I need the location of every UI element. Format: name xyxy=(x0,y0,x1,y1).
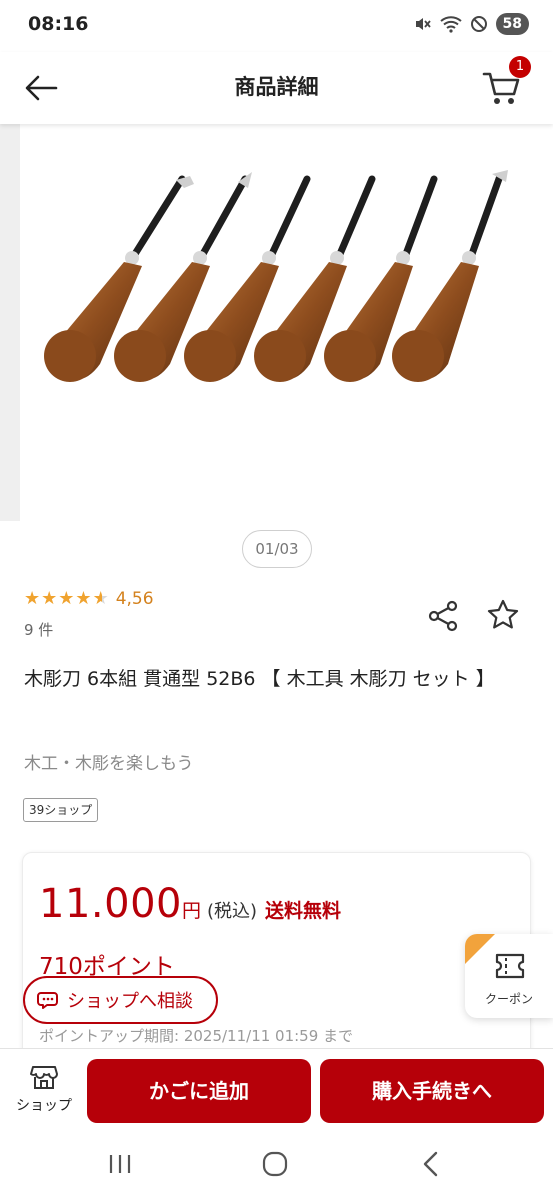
star-icon: ★ xyxy=(58,588,75,609)
star-icon: ★ xyxy=(75,588,92,609)
checkout-button[interactable]: 購入手続きへ xyxy=(320,1059,544,1123)
share-icon xyxy=(428,600,458,632)
bottom-action-bar: ショップ かごに追加 購入手続きへ xyxy=(0,1048,553,1134)
coupon-button[interactable]: クーポン xyxy=(465,934,553,1018)
status-time: 08:16 xyxy=(28,13,89,35)
recent-apps-button[interactable] xyxy=(106,1150,134,1182)
recent-apps-icon xyxy=(109,1155,131,1173)
add-to-cart-button[interactable]: かごに追加 xyxy=(87,1059,311,1123)
shop-badge: 39ショップ xyxy=(23,798,99,822)
previous-image-edge xyxy=(0,124,20,521)
shop-consult-label: ショップへ相談 xyxy=(67,991,193,1012)
do-not-disturb-icon xyxy=(470,16,487,32)
page-title: 商品詳細 xyxy=(234,75,319,99)
cart-button[interactable]: 1 xyxy=(481,56,531,108)
system-back-button[interactable] xyxy=(418,1150,446,1182)
star-icon: ★ xyxy=(41,588,58,609)
review-count[interactable]: 9 件 xyxy=(24,619,53,640)
chat-icon xyxy=(37,992,58,1009)
rating-value: 4,56 xyxy=(115,589,154,609)
chisel-set-image xyxy=(44,170,508,382)
price-row: 11.000 円 (税込) 送料無料 xyxy=(39,881,341,927)
product-title: 木彫刀 6本組 貫通型 52B6 【 木工具 木彫刀 セット 】 xyxy=(24,668,495,690)
chevron-left-icon xyxy=(423,1151,438,1177)
status-icons: 58 xyxy=(414,13,529,35)
tax-note: (税込) xyxy=(206,901,258,922)
free-shipping-label: 送料無料 xyxy=(265,900,342,922)
coupon-label: クーポン xyxy=(484,992,533,1006)
rating-stars[interactable]: ★ ★ ★ ★ ★ 4,56 xyxy=(24,588,154,610)
home-button[interactable] xyxy=(261,1150,289,1182)
ticket-icon xyxy=(495,953,525,979)
star-outline-icon xyxy=(487,599,519,629)
shop-icon xyxy=(30,1066,58,1089)
product-tagline: 木工・木彫を楽しもう xyxy=(24,754,194,774)
image-page-indicator: 01/03 xyxy=(242,530,312,568)
shop-button-label: ショップ xyxy=(16,1098,72,1114)
status-bar: 08:16 58 xyxy=(0,0,553,52)
favorite-button[interactable] xyxy=(484,596,522,634)
cart-count-badge: 1 xyxy=(509,56,531,78)
coupon-corner-accent xyxy=(465,934,495,964)
battery-indicator: 58 xyxy=(495,13,529,35)
system-nav-bar xyxy=(0,1134,553,1200)
home-icon xyxy=(262,1151,288,1177)
star-icon: ★ xyxy=(24,588,41,609)
shop-button[interactable]: ショップ xyxy=(6,1063,82,1123)
point-period: ポイントアップ期間: 2025/11/11 01:59 まで xyxy=(39,1027,354,1045)
wifi-icon xyxy=(439,16,462,33)
product-image-carousel[interactable] xyxy=(0,124,553,521)
price-amount: 11.000 xyxy=(39,881,182,927)
mute-icon xyxy=(415,18,431,30)
shop-consult-button[interactable]: ショップへ相談 xyxy=(23,976,218,1024)
share-button[interactable] xyxy=(426,598,462,634)
price-unit: 円 xyxy=(181,900,201,922)
star-half-icon: ★ xyxy=(92,588,109,609)
app-header: 商品詳細 1 xyxy=(0,52,553,124)
